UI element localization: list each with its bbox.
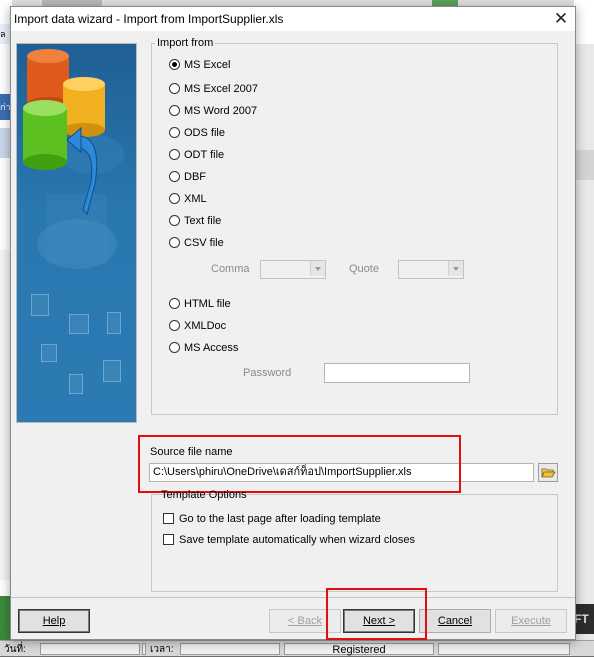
status-divider <box>142 643 146 655</box>
help-button[interactable]: Help <box>18 609 90 633</box>
status-time-field <box>180 643 280 655</box>
database-import-illustration <box>23 49 124 269</box>
radio-label: MS Word 2007 <box>184 105 258 117</box>
browse-button[interactable] <box>538 463 558 482</box>
checkbox-label: Save template automatically when wizard … <box>179 534 416 546</box>
status-extra-field <box>438 643 570 655</box>
radio-button[interactable] <box>169 193 180 204</box>
cancel-button[interactable]: Cancel <box>419 609 491 633</box>
folder-open-icon <box>541 468 556 478</box>
password-field[interactable] <box>324 363 470 383</box>
status-registered: Registered <box>284 643 434 656</box>
radio-button[interactable] <box>169 83 180 94</box>
radio-label: MS Excel <box>184 59 231 71</box>
radio-label: ODS file <box>184 127 225 139</box>
quote-select-arrow-wrap <box>398 260 464 279</box>
radio-label: Text file <box>184 215 222 227</box>
close-icon[interactable]: ✕ <box>547 7 575 31</box>
execute-button[interactable]: Execute <box>495 609 567 633</box>
status-time-label: เวลา: <box>150 644 174 655</box>
radio-button[interactable] <box>169 105 180 116</box>
window-title: Import data wizard - Import from ImportS… <box>14 12 284 26</box>
status-date-field <box>40 643 140 655</box>
background-status-bar: วันที่: เวลา: Registered <box>0 640 594 656</box>
next-button-highlight <box>326 588 427 640</box>
radio-label: XML <box>184 193 207 205</box>
import-from-group <box>151 43 558 415</box>
radio-button[interactable] <box>169 215 180 226</box>
radio-button[interactable] <box>169 298 180 309</box>
status-date-label: วันที่: <box>4 644 26 655</box>
radio-button[interactable] <box>169 149 180 160</box>
quote-label: Quote <box>349 263 379 275</box>
radio-button[interactable] <box>169 127 180 138</box>
source-file-highlight <box>138 435 461 493</box>
radio-button[interactable] <box>169 237 180 248</box>
radio-label: MS Access <box>184 342 239 354</box>
radio-button[interactable] <box>169 320 180 331</box>
radio-label: DBF <box>184 171 206 183</box>
comma-label: Comma <box>211 263 250 275</box>
button-separator <box>11 597 575 598</box>
background-label: FT <box>574 604 594 634</box>
title-bar: Import data wizard - Import from ImportS… <box>11 7 575 31</box>
background-app-right: FT <box>574 0 594 656</box>
comma-select-arrow-wrap <box>260 260 326 279</box>
radio-label: ODT file <box>184 149 225 161</box>
checkbox-label: Go to the last page after loading templa… <box>179 513 381 525</box>
template-options-legend: Template Options <box>161 489 247 501</box>
chevron-down-icon[interactable] <box>310 261 325 276</box>
radio-button[interactable] <box>169 171 180 182</box>
radio-label: XMLDoc <box>184 320 227 332</box>
radio-label: CSV file <box>184 237 224 249</box>
wizard-side-image <box>16 43 137 423</box>
radio-label: MS Excel 2007 <box>184 83 258 95</box>
password-label: Password <box>243 367 292 379</box>
chevron-down-icon[interactable] <box>448 261 463 276</box>
checkbox[interactable] <box>163 534 174 545</box>
radio-button[interactable] <box>169 342 180 353</box>
checkbox[interactable] <box>163 513 174 524</box>
import-from-legend: Import from <box>155 37 216 49</box>
background-panel <box>574 0 594 44</box>
background-panel <box>574 150 594 180</box>
radio-label: HTML file <box>184 298 231 310</box>
radio-button[interactable] <box>169 59 180 70</box>
import-wizard-dialog: Import data wizard - Import from ImportS… <box>10 6 576 640</box>
